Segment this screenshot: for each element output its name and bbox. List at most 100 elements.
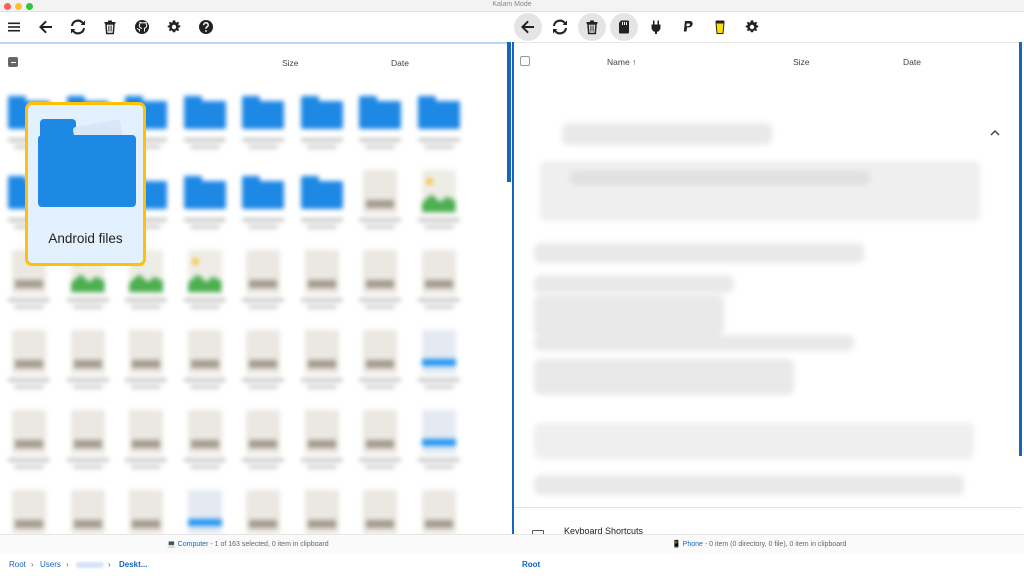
sd-card-button[interactable] bbox=[610, 13, 638, 41]
folder-item[interactable] bbox=[416, 86, 462, 158]
phone-pane[interactable]: Name ↑ Size Date Keyboard Shortcuts ⌄ bbox=[514, 42, 1022, 534]
left-scrollbar[interactable] bbox=[507, 42, 511, 182]
computer-status-link[interactable]: Computer bbox=[178, 541, 209, 548]
coffee-cup-icon bbox=[715, 20, 725, 34]
settings-button-right[interactable] bbox=[738, 13, 766, 41]
screenshot-file-item[interactable] bbox=[416, 406, 462, 478]
folder-item[interactable] bbox=[240, 86, 286, 158]
left-toolbar bbox=[0, 12, 510, 42]
document-file-item[interactable] bbox=[299, 326, 345, 398]
refresh-button-right[interactable] bbox=[546, 13, 574, 41]
folder-item[interactable] bbox=[299, 166, 345, 238]
blurred-content bbox=[514, 43, 1022, 534]
settings-button[interactable] bbox=[160, 13, 188, 41]
github-button[interactable] bbox=[128, 13, 156, 41]
document-file-item[interactable] bbox=[240, 326, 286, 398]
screenshot-file-item[interactable] bbox=[182, 486, 228, 534]
document-file-item[interactable] bbox=[6, 406, 52, 478]
document-file-item[interactable] bbox=[299, 246, 345, 318]
document-file-item[interactable] bbox=[357, 326, 403, 398]
date-column-header[interactable]: Date bbox=[391, 58, 409, 68]
menu-icon bbox=[8, 22, 20, 32]
folder-item[interactable] bbox=[357, 86, 403, 158]
breadcrumb-username-redacted[interactable] bbox=[76, 562, 104, 568]
breadcrumb-separator: › bbox=[66, 560, 69, 569]
document-file-item[interactable] bbox=[182, 406, 228, 478]
help-icon bbox=[199, 20, 213, 34]
refresh-icon bbox=[553, 19, 567, 35]
phone-status-link[interactable]: Phone bbox=[683, 541, 703, 548]
screenshot-file-item[interactable] bbox=[416, 326, 462, 398]
settings-icon bbox=[167, 20, 181, 33]
paypal-button[interactable] bbox=[674, 13, 702, 41]
document-file-item[interactable] bbox=[357, 406, 403, 478]
breadcrumb-desktop[interactable]: Deskt... bbox=[119, 560, 147, 569]
keyboard-shortcuts-section[interactable]: Keyboard Shortcuts ⌄ bbox=[514, 507, 1022, 534]
folder-icon bbox=[38, 119, 136, 207]
folder-item[interactable] bbox=[299, 86, 345, 158]
window-titlebar: Kalam Mode bbox=[0, 0, 1024, 12]
back-button[interactable] bbox=[32, 13, 60, 41]
back-arrow-icon bbox=[39, 20, 52, 34]
document-file-item[interactable] bbox=[240, 246, 286, 318]
help-button[interactable] bbox=[192, 13, 220, 41]
document-file-item[interactable] bbox=[240, 486, 286, 534]
image-file-item[interactable] bbox=[182, 246, 228, 318]
folder-label: Android files bbox=[48, 231, 123, 246]
github-icon bbox=[135, 20, 149, 34]
breadcrumb-users[interactable]: Users bbox=[40, 560, 61, 569]
select-all-checkbox[interactable] bbox=[8, 57, 18, 67]
delete-button-right[interactable] bbox=[578, 13, 606, 41]
document-file-item[interactable] bbox=[416, 486, 462, 534]
right-scrollbar[interactable] bbox=[1019, 42, 1022, 456]
breadcrumb-root[interactable]: Root bbox=[9, 560, 26, 569]
document-file-item[interactable] bbox=[6, 326, 52, 398]
document-file-item[interactable] bbox=[357, 486, 403, 534]
breadcrumb-separator: › bbox=[31, 560, 34, 569]
document-file-item[interactable] bbox=[65, 406, 111, 478]
computer-status: 💻 Computer - 1 of 163 selected, 0 item i… bbox=[167, 541, 329, 548]
computer-column-header: Size Date bbox=[0, 44, 508, 78]
folder-item[interactable] bbox=[240, 166, 286, 238]
refresh-button[interactable] bbox=[64, 13, 92, 41]
document-file-item[interactable] bbox=[357, 166, 403, 238]
window-title: Kalam Mode bbox=[492, 1, 532, 8]
back-arrow-icon bbox=[521, 20, 534, 34]
document-file-item[interactable] bbox=[123, 406, 169, 478]
menu-button[interactable] bbox=[0, 13, 28, 41]
back-button-right[interactable] bbox=[514, 13, 542, 41]
document-file-item[interactable] bbox=[299, 486, 345, 534]
refresh-icon bbox=[71, 19, 85, 35]
paypal-icon bbox=[683, 21, 693, 32]
document-file-item[interactable] bbox=[6, 486, 52, 534]
trash-icon bbox=[104, 20, 116, 35]
document-file-item[interactable] bbox=[123, 326, 169, 398]
document-file-item[interactable] bbox=[416, 246, 462, 318]
breadcrumb-bar: Root › Users › › Deskt... Root bbox=[0, 554, 1024, 576]
chevron-up-icon[interactable] bbox=[988, 126, 1002, 140]
trash-icon bbox=[586, 20, 598, 35]
right-toolbar bbox=[514, 12, 1024, 42]
keyboard-shortcuts-title: Keyboard Shortcuts bbox=[564, 526, 644, 534]
computer-pane[interactable]: Size Date Android files bbox=[0, 42, 508, 534]
connect-button[interactable] bbox=[642, 13, 670, 41]
folder-item[interactable] bbox=[182, 166, 228, 238]
document-file-item[interactable] bbox=[123, 486, 169, 534]
document-file-item[interactable] bbox=[240, 406, 286, 478]
breadcrumb-separator: › bbox=[108, 560, 111, 569]
buy-coffee-button[interactable] bbox=[706, 13, 734, 41]
image-file-item[interactable] bbox=[416, 166, 462, 238]
status-bar: 💻 Computer - 1 of 163 selected, 0 item i… bbox=[0, 534, 1024, 554]
document-file-item[interactable] bbox=[65, 486, 111, 534]
sd-card-icon bbox=[619, 20, 629, 34]
document-file-item[interactable] bbox=[357, 246, 403, 318]
delete-button[interactable] bbox=[96, 13, 124, 41]
document-file-item[interactable] bbox=[65, 326, 111, 398]
document-file-item[interactable] bbox=[182, 326, 228, 398]
plug-icon bbox=[651, 20, 661, 34]
document-file-item[interactable] bbox=[299, 406, 345, 478]
folder-item[interactable] bbox=[182, 86, 228, 158]
breadcrumb-root-right[interactable]: Root bbox=[522, 560, 540, 569]
size-column-header[interactable]: Size bbox=[282, 58, 299, 68]
android-files-folder[interactable]: Android files bbox=[25, 102, 146, 266]
